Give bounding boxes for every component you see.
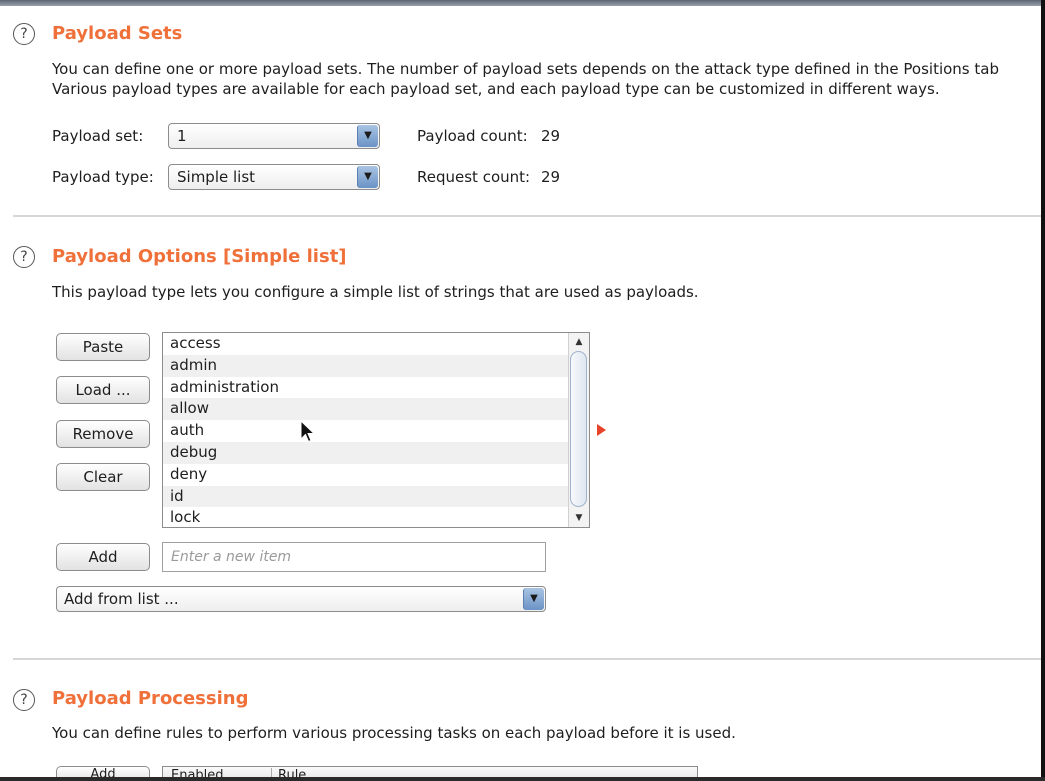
scrollbar-thumb[interactable] bbox=[570, 351, 587, 507]
add-button[interactable]: Add bbox=[56, 543, 150, 571]
chevron-down-icon[interactable]: ▼ bbox=[523, 588, 544, 610]
section-divider bbox=[13, 215, 1043, 217]
new-item-input[interactable] bbox=[169, 548, 543, 566]
help-icon[interactable]: ? bbox=[13, 689, 35, 711]
list-item[interactable]: administration bbox=[163, 377, 569, 399]
list-item[interactable]: lock bbox=[163, 507, 569, 527]
payload-type-label: Payload type: bbox=[52, 168, 154, 186]
chevron-down-icon[interactable]: ▼ bbox=[357, 125, 378, 147]
chevron-down-icon[interactable]: ▼ bbox=[357, 166, 378, 188]
window-bottom-border bbox=[0, 777, 1045, 781]
payload-processing-description: You can define rules to perform various … bbox=[52, 724, 736, 742]
scroll-down-icon[interactable]: ▼ bbox=[569, 510, 589, 526]
list-item[interactable]: id bbox=[163, 485, 569, 508]
payload-list-items: access admin administration allow auth d… bbox=[163, 333, 569, 527]
section-title-payload-options: Payload Options [Simple list] bbox=[52, 246, 347, 267]
new-item-field[interactable] bbox=[162, 542, 546, 572]
payload-type-value: Simple list bbox=[177, 168, 256, 186]
list-item[interactable]: allow bbox=[163, 398, 569, 421]
request-count-label: Request count: bbox=[417, 168, 531, 186]
section-title-payload-processing: Payload Processing bbox=[52, 688, 249, 709]
list-scrollbar[interactable]: ▲ ▼ bbox=[568, 333, 589, 527]
mouse-pointer-icon bbox=[300, 420, 316, 443]
payload-type-select[interactable]: Simple list ▼ bbox=[168, 164, 380, 190]
payload-set-select[interactable]: 1 ▼ bbox=[168, 123, 380, 149]
paste-button[interactable]: Paste bbox=[56, 333, 150, 361]
list-item[interactable]: access bbox=[163, 333, 569, 355]
add-from-list-value: Add from list ... bbox=[64, 590, 179, 608]
list-item[interactable]: admin bbox=[163, 354, 569, 377]
list-item[interactable]: auth bbox=[163, 420, 569, 442]
request-count-value: 29 bbox=[541, 168, 561, 186]
scroll-up-icon[interactable]: ▲ bbox=[569, 334, 589, 350]
payload-set-value: 1 bbox=[177, 127, 187, 145]
list-item[interactable]: debug bbox=[163, 441, 569, 464]
help-icon[interactable]: ? bbox=[13, 23, 35, 45]
payload-sets-description-2: Various payload types are available for … bbox=[52, 80, 940, 98]
red-triangle-icon bbox=[597, 424, 606, 436]
payload-count-value: 29 bbox=[541, 127, 561, 145]
payload-count-label: Payload count: bbox=[417, 127, 528, 145]
window-top-border bbox=[0, 0, 1045, 6]
section-title-payload-sets: Payload Sets bbox=[52, 23, 183, 44]
payload-set-label: Payload set: bbox=[52, 127, 144, 145]
load-button[interactable]: Load ... bbox=[56, 376, 150, 404]
section-divider bbox=[13, 658, 1043, 660]
payload-sets-description-1: You can define one or more payload sets.… bbox=[52, 60, 999, 78]
remove-button[interactable]: Remove bbox=[56, 420, 150, 448]
add-from-list-select[interactable]: Add from list ... ▼ bbox=[56, 586, 546, 612]
list-item[interactable]: deny bbox=[163, 464, 569, 486]
clear-button[interactable]: Clear bbox=[56, 463, 150, 491]
help-icon[interactable]: ? bbox=[13, 246, 35, 268]
payload-list[interactable]: access admin administration allow auth d… bbox=[162, 332, 590, 528]
payload-options-description: This payload type lets you configure a s… bbox=[52, 283, 699, 301]
window-right-border bbox=[1041, 0, 1045, 781]
